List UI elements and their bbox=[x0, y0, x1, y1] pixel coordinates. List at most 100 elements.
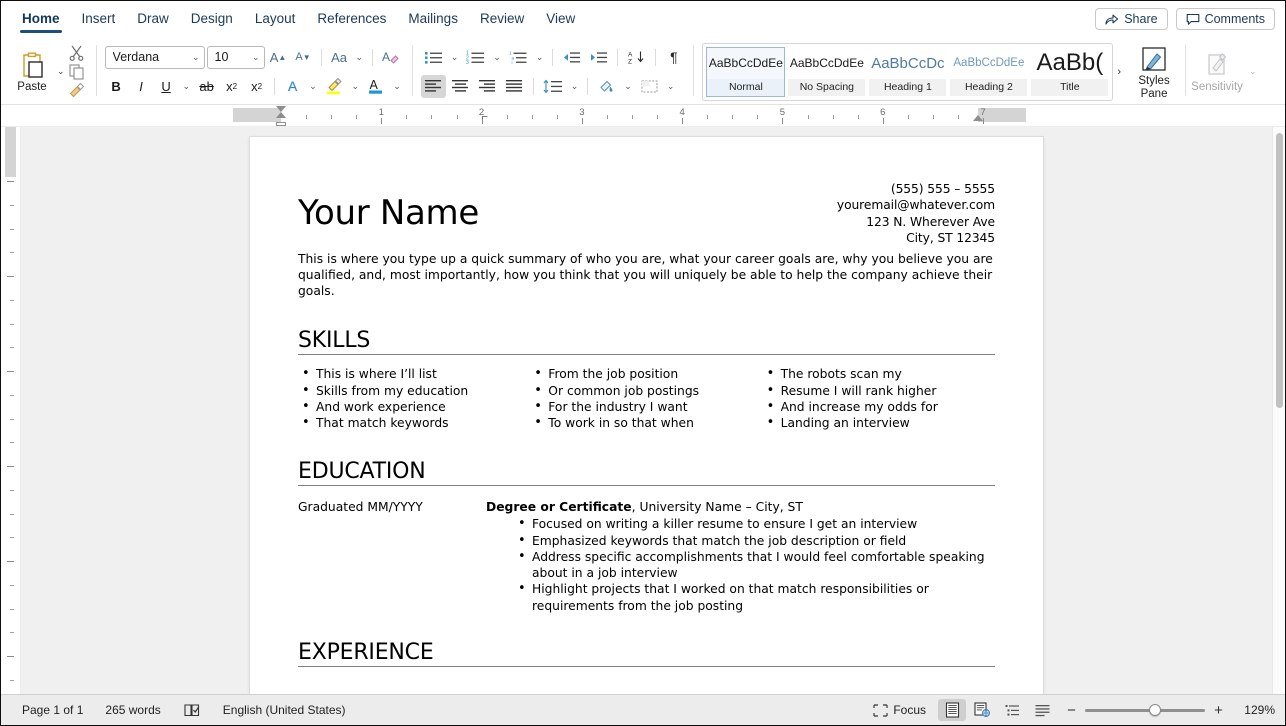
tab-insert[interactable]: Insert bbox=[71, 4, 127, 35]
tab-view[interactable]: View bbox=[535, 4, 586, 35]
tab-stop-marker[interactable]: ⌐ bbox=[482, 111, 488, 123]
format-painter-icon[interactable] bbox=[68, 82, 85, 99]
shrink-font-button[interactable]: A ▼ bbox=[292, 46, 315, 69]
text-effects-caret[interactable]: ⌄ bbox=[306, 75, 320, 98]
document-canvas[interactable]: (555) 555 – 5555 youremail@whatever.com … bbox=[21, 127, 1272, 694]
numbered-list-caret[interactable]: ⌄ bbox=[490, 46, 504, 69]
print-layout-view-button[interactable] bbox=[938, 699, 966, 721]
decrease-indent-button[interactable] bbox=[559, 46, 584, 69]
font-name-combobox[interactable]: Verdana ⌄ bbox=[104, 45, 205, 69]
paste-button[interactable]: Paste bbox=[7, 50, 57, 93]
bold-button[interactable]: B bbox=[105, 75, 128, 98]
zoom-slider[interactable] bbox=[1085, 703, 1205, 717]
outline-view-button[interactable] bbox=[998, 699, 1026, 721]
tab-draw[interactable]: Draw bbox=[126, 4, 180, 35]
font-color-caret[interactable]: ⌄ bbox=[390, 75, 404, 98]
web-layout-view-button[interactable] bbox=[968, 699, 996, 721]
shading-caret[interactable]: ⌄ bbox=[621, 75, 635, 98]
document-page[interactable]: (555) 555 – 5555 youremail@whatever.com … bbox=[250, 137, 1043, 694]
paste-dropdown-caret[interactable]: ⌄ bbox=[57, 66, 65, 77]
status-language[interactable]: English (United States) bbox=[212, 703, 357, 717]
borders-button[interactable] bbox=[637, 75, 662, 98]
ruler-number: 4 bbox=[1, 566, 3, 571]
tab-home-label: Home bbox=[22, 10, 60, 26]
comments-button[interactable]: Comments bbox=[1175, 8, 1275, 30]
style-tile-no-spacing[interactable]: AaBbCcDdEe No Spacing bbox=[787, 46, 867, 97]
hanging-indent-marker[interactable] bbox=[276, 112, 286, 118]
status-word-count[interactable]: 265 words bbox=[94, 703, 171, 717]
horizontal-ruler-track[interactable]: 1 2 3 4 5 6 7 ⌐ bbox=[21, 105, 1272, 126]
sensitivity-button[interactable]: Sensitivity bbox=[1188, 49, 1246, 94]
shading-button[interactable] bbox=[594, 75, 619, 98]
tab-references[interactable]: References bbox=[306, 4, 397, 35]
svg-text:A: A bbox=[628, 51, 633, 58]
vertical-ruler[interactable]: 1 2 3 4 5 bbox=[1, 127, 21, 694]
share-button[interactable]: Share bbox=[1095, 8, 1168, 30]
styles-pane-button[interactable]: Styles Pane bbox=[1125, 43, 1183, 101]
change-case-caret[interactable]: ⌄ bbox=[353, 46, 367, 69]
style-tile-normal[interactable]: AaBbCcDdEe Normal bbox=[706, 46, 786, 97]
highlight-caret[interactable]: ⌄ bbox=[349, 75, 363, 98]
strikethrough-button[interactable]: ab bbox=[195, 75, 218, 98]
sensitivity-caret[interactable]: ⌄ bbox=[1246, 60, 1260, 83]
zoom-in-button[interactable]: + bbox=[1212, 702, 1225, 719]
align-right-button[interactable] bbox=[475, 75, 500, 98]
bullet-list-caret[interactable]: ⌄ bbox=[448, 46, 462, 69]
underline-button[interactable]: U bbox=[155, 75, 178, 98]
zoom-slider-thumb[interactable] bbox=[1148, 704, 1161, 716]
left-indent-marker[interactable] bbox=[276, 122, 286, 126]
zoom-out-button[interactable]: − bbox=[1065, 702, 1078, 719]
zoom-control[interactable]: − + bbox=[1057, 702, 1233, 719]
right-indent-marker[interactable] bbox=[973, 115, 983, 121]
zoom-percentage[interactable]: 129% bbox=[1233, 703, 1275, 717]
styles-gallery-more-button[interactable]: › bbox=[1113, 66, 1125, 78]
text-highlight-button[interactable] bbox=[322, 75, 347, 98]
copy-icon[interactable] bbox=[68, 63, 85, 80]
tab-review[interactable]: Review bbox=[469, 4, 535, 35]
text-effects-button[interactable]: A bbox=[281, 75, 304, 98]
style-preview-title: AaBb( bbox=[1036, 49, 1104, 76]
status-language-label: English (United States) bbox=[222, 703, 346, 717]
draft-view-button[interactable] bbox=[1028, 699, 1056, 721]
align-center-button[interactable] bbox=[448, 75, 473, 98]
increase-indent-button[interactable] bbox=[586, 46, 611, 69]
show-formatting-marks-button[interactable]: ¶ bbox=[662, 46, 685, 69]
ruler-tick bbox=[506, 115, 508, 119]
status-page-indicator[interactable]: Page 1 of 1 bbox=[11, 703, 94, 717]
focus-mode-button[interactable]: Focus bbox=[862, 703, 937, 717]
change-case-button[interactable]: Aa bbox=[328, 46, 351, 69]
font-size-value: 10 bbox=[214, 50, 229, 64]
horizontal-ruler[interactable]: 1 2 3 4 5 6 7 ⌐ bbox=[1, 105, 1285, 127]
clear-formatting-button[interactable]: A bbox=[379, 46, 403, 69]
tab-mailings[interactable]: Mailings bbox=[397, 4, 469, 35]
borders-caret[interactable]: ⌄ bbox=[664, 75, 678, 98]
superscript-button[interactable]: x2 bbox=[245, 75, 268, 98]
tab-design[interactable]: Design bbox=[180, 4, 244, 35]
font-color-button[interactable]: A bbox=[364, 75, 388, 98]
vertical-scrollbar-thumb[interactable] bbox=[1276, 133, 1283, 408]
style-tile-heading-1[interactable]: AaBbCcDc Heading 1 bbox=[868, 46, 948, 97]
proofing-status-button[interactable] bbox=[172, 703, 212, 718]
multilevel-list-caret[interactable]: ⌄ bbox=[533, 46, 547, 69]
underline-caret[interactable]: ⌄ bbox=[180, 75, 194, 98]
line-spacing-caret[interactable]: ⌄ bbox=[568, 75, 582, 98]
multilevel-list-button[interactable]: 1 a i bbox=[506, 46, 531, 69]
font-size-combobox[interactable]: 10 ⌄ bbox=[206, 45, 265, 69]
justify-button[interactable] bbox=[502, 75, 527, 98]
grow-font-button[interactable]: A ▲ bbox=[267, 46, 290, 69]
italic-button[interactable]: I bbox=[130, 75, 153, 98]
align-left-button[interactable] bbox=[420, 74, 446, 98]
sort-button[interactable]: A Z bbox=[624, 46, 649, 69]
style-name-title: Title bbox=[1031, 78, 1109, 96]
vertical-scrollbar[interactable] bbox=[1272, 127, 1285, 694]
cut-scissors-icon[interactable] bbox=[68, 44, 85, 62]
style-tile-heading-2[interactable]: AaBbCcDdEe Heading 2 bbox=[949, 46, 1029, 97]
tab-home[interactable]: Home bbox=[11, 4, 71, 35]
numbered-list-button[interactable]: 1 2 3 bbox=[463, 46, 488, 69]
skills-column-3: The robots scan my Resume I will rank hi… bbox=[763, 365, 995, 431]
style-tile-title[interactable]: AaBb( Title bbox=[1030, 46, 1110, 97]
tab-layout[interactable]: Layout bbox=[244, 4, 307, 35]
line-spacing-button[interactable] bbox=[540, 75, 566, 98]
bullet-list-button[interactable] bbox=[421, 46, 446, 69]
subscript-button[interactable]: x2 bbox=[220, 75, 243, 98]
